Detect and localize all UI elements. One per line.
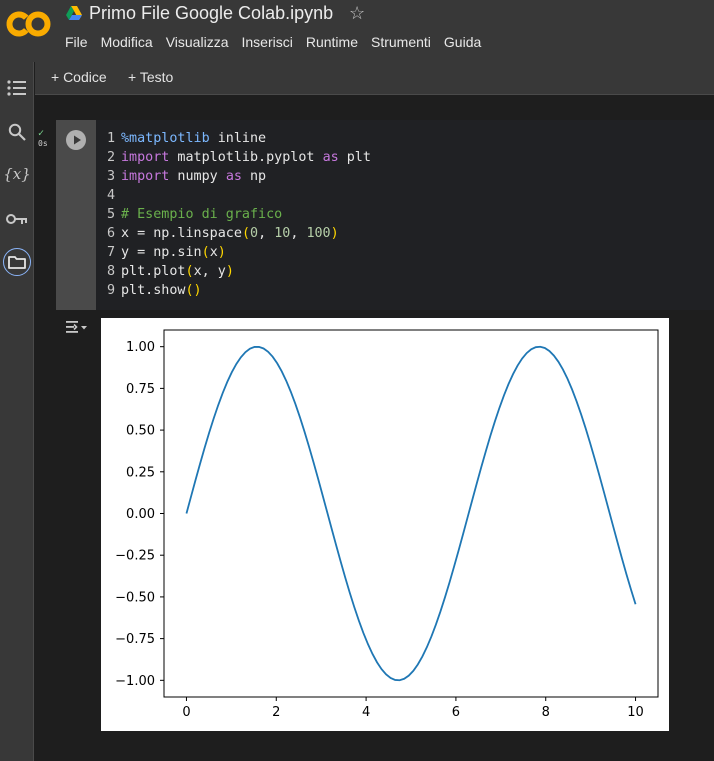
line-number: 4	[106, 188, 115, 203]
code-line: 9 plt.show()	[96, 281, 202, 300]
code-line: 3 import numpy as np	[96, 167, 266, 186]
line-number: 7	[106, 245, 115, 260]
code-token: 0	[250, 226, 259, 241]
table-of-contents-icon[interactable]	[3, 74, 31, 102]
line-number: 9	[106, 283, 115, 298]
y-tick-label: 0.25	[126, 465, 155, 480]
code-token: x, y	[193, 264, 226, 279]
code-line: 6 x = np.linspace(0, 10, 100)	[96, 224, 339, 243]
code-token: # Esempio di grafico	[121, 207, 283, 222]
sine-chart: 0 2 4 6 8 10 1.00 0.75 0.50 0.25 0.00 −0.25 −0.50 −0.…	[115, 329, 659, 720]
left-sidebar: {x}	[0, 62, 34, 761]
key-icon[interactable]	[3, 205, 31, 233]
run-cell-button[interactable]	[66, 130, 86, 150]
code-line: 1 %matplotlib inline	[96, 129, 266, 148]
code-token: import	[121, 169, 170, 184]
y-tick-label: −1.00	[115, 674, 155, 689]
add-code-button[interactable]: + Codice	[51, 69, 107, 85]
menu-item-inserisci[interactable]: Inserisci	[241, 34, 292, 50]
notebook-title[interactable]: Primo File Google Colab.ipynb	[89, 3, 333, 24]
menu-item-modifica[interactable]: Modifica	[101, 34, 153, 50]
plot-output: 0 2 4 6 8 10 1.00 0.75 0.50 0.25 0.00 −0.25 −0.50 −0.…	[101, 318, 669, 731]
code-line: 8 plt.plot(x, y)	[96, 262, 234, 281]
menu-item-strumenti[interactable]: Strumenti	[371, 34, 431, 50]
code-token: x	[209, 245, 218, 260]
code-token: x = np.linspace	[121, 226, 242, 241]
x-tick-label: 8	[542, 705, 550, 720]
line-number: 5	[106, 207, 115, 222]
cell-execution-status: ✓ 0s	[38, 128, 48, 149]
code-editor[interactable]: 1 %matplotlib inline 2 import matplotlib.py…	[96, 120, 714, 310]
code-token: inline	[209, 131, 267, 146]
line-number: 8	[106, 264, 115, 279]
code-line: 4	[96, 186, 121, 205]
variables-icon[interactable]: {x}	[3, 160, 31, 188]
code-line: 2 import matplotlib.pyplot as plt	[96, 148, 371, 167]
code-token: plt.plot	[121, 264, 186, 279]
folder-icon[interactable]	[3, 248, 31, 276]
code-token: numpy	[169, 169, 226, 184]
y-tick-label: 0.75	[126, 382, 155, 397]
line-number: 1	[106, 131, 115, 146]
menu-item-runtime[interactable]: Runtime	[306, 34, 358, 50]
x-tick-label: 10	[627, 705, 644, 720]
sine-series-line	[185, 345, 637, 682]
line-number: 2	[106, 150, 115, 165]
output-actions-icon[interactable]	[64, 318, 88, 336]
x-tick-label: 0	[182, 705, 190, 720]
play-icon	[74, 135, 81, 145]
menu-bar: File Modifica Visualizza Inserisci Runti…	[65, 34, 494, 50]
code-line: 5 # Esempio di grafico	[96, 205, 282, 224]
app-header: Primo File Google Colab.ipynb ☆ File Mod…	[0, 0, 714, 62]
x-tick-label: 2	[272, 705, 280, 720]
line-number: 6	[106, 226, 115, 241]
code-token: as	[322, 150, 339, 165]
x-tick-label: 4	[362, 705, 370, 720]
code-token: plt.show	[121, 283, 186, 298]
code-token: 100	[306, 226, 331, 241]
code-token: as	[225, 169, 242, 184]
colab-logo[interactable]	[6, 8, 52, 40]
code-token: )	[217, 245, 226, 260]
add-text-button[interactable]: + Testo	[128, 69, 173, 85]
code-token: ,	[258, 226, 275, 241]
notebook-toolbar: + Codice + Testo	[35, 62, 714, 95]
y-tick-label: −0.25	[115, 549, 155, 564]
code-token: (	[201, 245, 210, 260]
code-token: )	[330, 226, 339, 241]
cell-gutter	[56, 120, 96, 310]
y-tick-label: 0.50	[126, 424, 155, 439]
code-token: ()	[185, 283, 202, 298]
code-token: (	[185, 264, 194, 279]
code-token: (	[241, 226, 250, 241]
y-tick-label: 1.00	[126, 340, 155, 355]
line-number: 3	[106, 169, 115, 184]
star-outline-icon[interactable]: ☆	[349, 3, 365, 24]
x-tick-label: 6	[452, 705, 460, 720]
search-icon[interactable]	[3, 118, 31, 146]
code-token: np	[241, 169, 267, 184]
check-icon: ✓	[38, 128, 45, 139]
menu-item-guida[interactable]: Guida	[444, 34, 481, 50]
google-drive-icon[interactable]	[66, 6, 82, 20]
plot-frame	[163, 329, 659, 698]
menu-item-file[interactable]: File	[65, 34, 88, 50]
execution-time: 0s	[38, 139, 48, 148]
code-token: matplotlib.pyplot	[169, 150, 323, 165]
code-token: ,	[290, 226, 307, 241]
code-token: )	[225, 264, 234, 279]
code-line: 7 y = np.sin(x)	[96, 243, 226, 262]
menu-item-visualizza[interactable]: Visualizza	[166, 34, 229, 50]
code-token: plt	[338, 150, 371, 165]
code-token: 10	[274, 226, 291, 241]
code-token: y = np.sin	[121, 245, 202, 260]
y-tick-label: −0.50	[115, 590, 155, 605]
code-token: import	[121, 150, 170, 165]
y-tick-label: −0.75	[115, 632, 155, 647]
y-tick-label: 0.00	[126, 507, 155, 522]
code-token: %matplotlib	[121, 131, 210, 146]
